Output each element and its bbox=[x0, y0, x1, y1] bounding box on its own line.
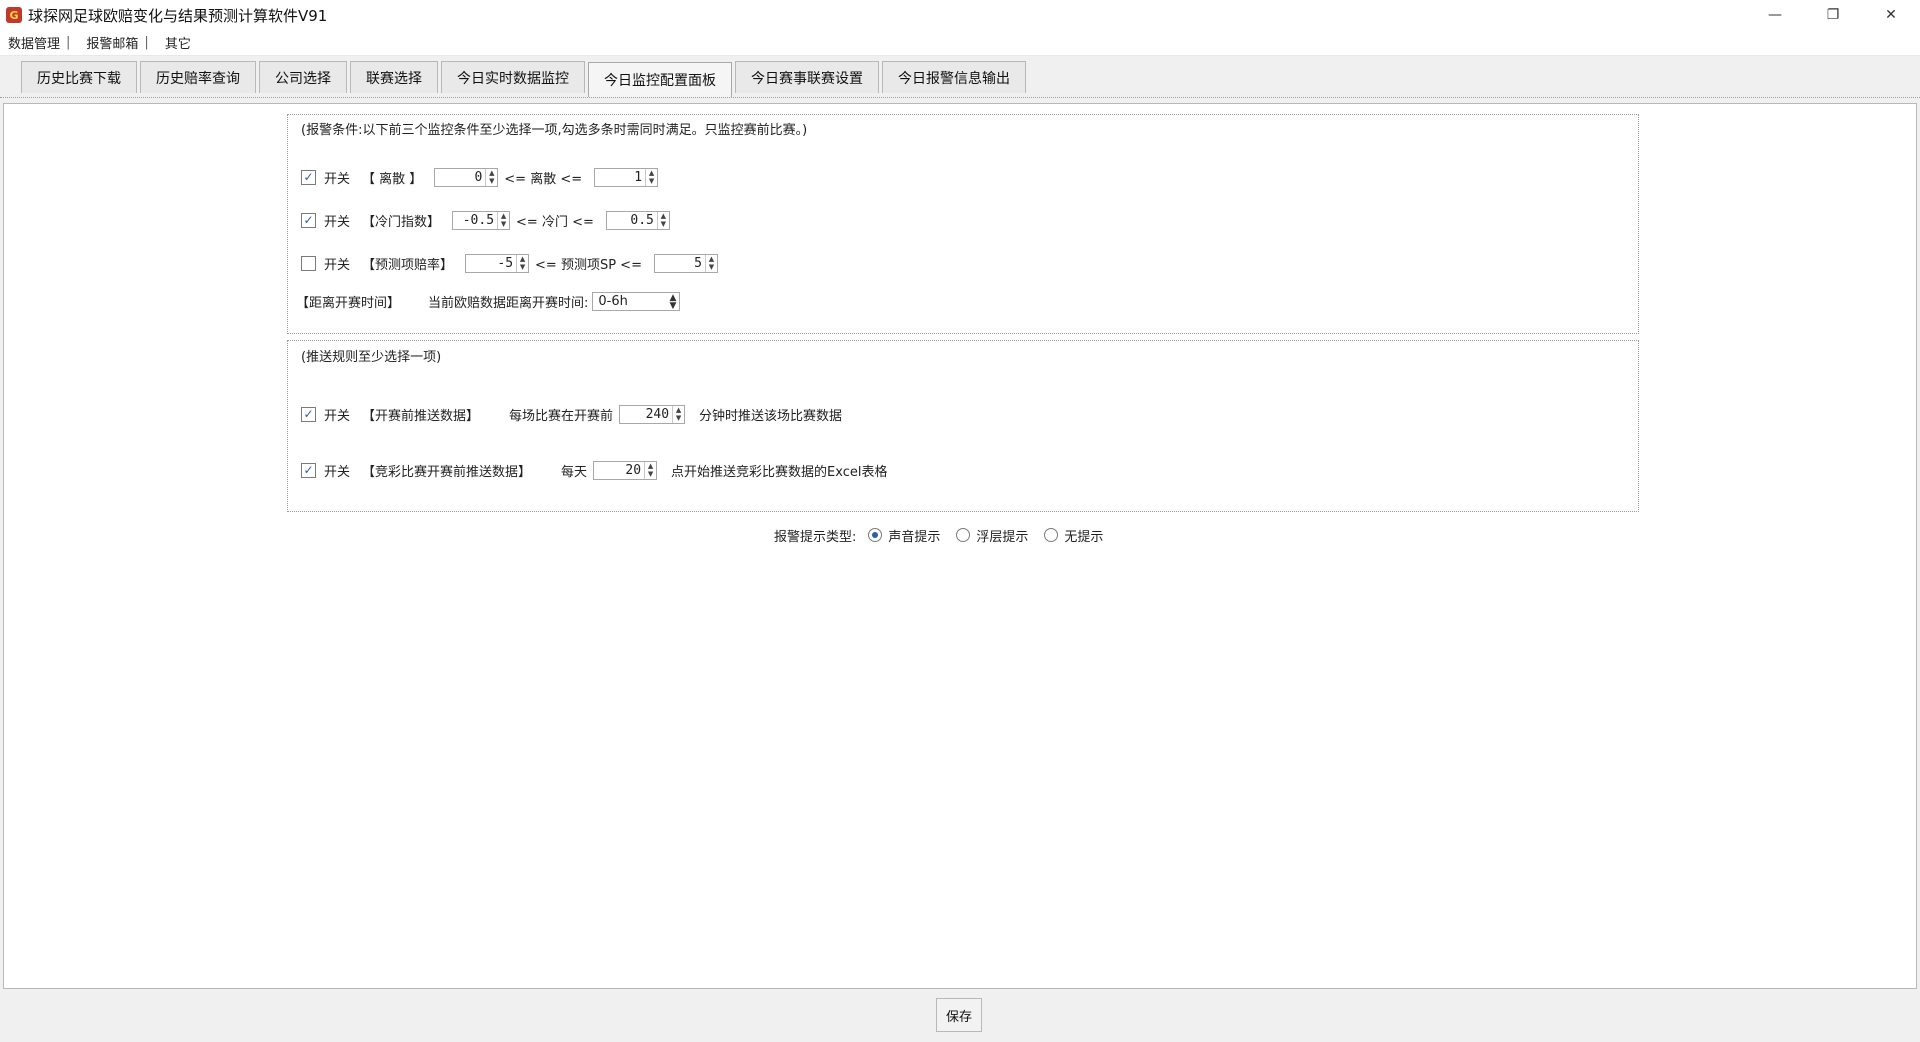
condition-row-upset-index: ✓ 开关 【冷门指数】 -0.5 ▲ ▼ <= 冷门 <= 0.5 ▲ ▼ bbox=[301, 209, 676, 231]
stepper-up-icon: ▲ bbox=[708, 254, 715, 263]
push-before-kickoff-checkbox[interactable]: ✓ bbox=[301, 406, 316, 422]
alert-type-label: 报警提示类型: bbox=[774, 529, 857, 545]
stepper-down-icon: ▼ bbox=[660, 219, 667, 228]
stepper-up-icon: ▲ bbox=[489, 168, 495, 177]
predicted-odds-label: 【预测项赔率】 bbox=[362, 257, 454, 273]
push-lottery-prefix: 每天 bbox=[561, 464, 588, 480]
select-arrows-icon: ▲ ▼ bbox=[669, 292, 677, 311]
push-before-kickoff-prefix: 每场比赛在开赛前 bbox=[509, 408, 614, 424]
switch-label: 开关 bbox=[324, 214, 351, 230]
radio-sound[interactable] bbox=[868, 528, 883, 542]
app-logo-icon: G bbox=[6, 7, 22, 23]
tab-bar: 历史比赛下载 历史赔率查询 公司选择 联赛选择 今日实时数据监控 今日监控配置面… bbox=[0, 58, 1920, 98]
stepper-down-icon: ▼ bbox=[648, 176, 655, 185]
predicted-odds-min-stepper[interactable]: -5 ▲ ▼ bbox=[465, 253, 530, 273]
tab-league-select[interactable]: 联赛选择 bbox=[350, 61, 438, 93]
window-title: 球探网足球欧赔变化与结果预测计算软件V91 bbox=[28, 6, 328, 25]
menu-separator: | bbox=[144, 35, 149, 50]
radio-none[interactable] bbox=[1044, 528, 1059, 542]
predicted-odds-max-stepper[interactable]: 5 ▲ ▼ bbox=[653, 253, 718, 273]
time-to-kickoff-row: 【距离开赛时间】 当前欧赔数据距离开赛时间: 0-6h ▲ ▼ bbox=[296, 290, 681, 312]
push-lottery-suffix: 点开始推送竞彩比赛数据的Excel表格 bbox=[671, 464, 888, 480]
condition-row-dispersion: ✓ 开关 【 离散 】 0 ▲ ▼ <= 离散 <= 1 ▲ ▼ bbox=[301, 166, 664, 188]
switch-label: 开关 bbox=[324, 171, 351, 187]
radio-overlay[interactable] bbox=[956, 528, 971, 542]
stepper-up-icon: ▲ bbox=[648, 168, 655, 177]
push-row-before-kickoff: ✓ 开关 【开赛前推送数据】 每场比赛在开赛前 240 ▲ ▼ 分钟时推送该场比赛… bbox=[301, 403, 842, 425]
dispersion-checkbox[interactable]: ✓ bbox=[301, 169, 316, 185]
stepper-up-icon: ▲ bbox=[675, 405, 682, 414]
stepper-up-icon: ▲ bbox=[500, 211, 507, 220]
time-to-kickoff-select[interactable]: 0-6h ▲ ▼ bbox=[592, 291, 681, 311]
push-lottery-label: 【竞彩比赛开赛前推送数据】 bbox=[362, 464, 532, 480]
push-hour-stepper[interactable]: 20 ▲ ▼ bbox=[593, 460, 658, 480]
upset-range-label: <= 冷门 <= bbox=[516, 214, 594, 230]
menu-other[interactable]: 其它 bbox=[163, 33, 197, 52]
dispersion-min-stepper[interactable]: 0 ▲ ▼ bbox=[434, 167, 499, 187]
push-rules-group: (推送规则至少选择一项) ✓ 开关 【开赛前推送数据】 每场比赛在开赛前 240… bbox=[287, 340, 1639, 512]
push-minutes-stepper[interactable]: 240 ▲ ▼ bbox=[619, 404, 686, 424]
push-row-lottery-matches: ✓ 开关 【竞彩比赛开赛前推送数据】 每天 20 ▲ ▼ 点开始推送竞彩比赛数据的… bbox=[301, 459, 887, 481]
upset-index-min-stepper[interactable]: -0.5 ▲ ▼ bbox=[452, 210, 511, 230]
menu-data-management[interactable]: 数据管理 bbox=[6, 33, 66, 52]
stepper-up-icon: ▲ bbox=[519, 254, 526, 263]
alert-type-row: 报警提示类型: 声音提示 浮层提示 无提示 bbox=[774, 524, 1119, 546]
stepper-down-icon: ▼ bbox=[708, 262, 715, 271]
predicted-sp-range-label: <= 预测项SP <= bbox=[535, 257, 642, 273]
predicted-odds-checkbox[interactable] bbox=[301, 255, 316, 271]
stepper-down-icon: ▼ bbox=[675, 413, 682, 422]
alert-conditions-hint: (报警条件:以下前三个监控条件至少选择一项,勾选多条时需同时满足。只监控赛前比赛… bbox=[301, 123, 808, 138]
alert-conditions-group: (报警条件:以下前三个监控条件至少选择一项,勾选多条时需同时满足。只监控赛前比赛… bbox=[287, 114, 1639, 334]
upset-index-label: 【冷门指数】 bbox=[362, 214, 441, 230]
push-rules-hint: (推送规则至少选择一项) bbox=[301, 350, 442, 365]
menu-separator: | bbox=[66, 35, 71, 50]
tab-alert-output[interactable]: 今日报警信息输出 bbox=[882, 61, 1026, 93]
title-bar: G 球探网足球欧赔变化与结果预测计算软件V91 — ❐ ✕ bbox=[0, 0, 1920, 30]
push-before-kickoff-label: 【开赛前推送数据】 bbox=[362, 408, 480, 424]
upset-index-checkbox[interactable]: ✓ bbox=[301, 212, 316, 228]
stepper-down-icon: ▼ bbox=[519, 262, 526, 271]
tab-company-select[interactable]: 公司选择 bbox=[259, 61, 347, 93]
alert-type-none-option[interactable]: 无提示 bbox=[1044, 526, 1103, 545]
tab-history-odds-query[interactable]: 历史赔率查询 bbox=[140, 61, 256, 93]
time-to-kickoff-label: 【距离开赛时间】 bbox=[296, 295, 401, 311]
window-controls: — ❐ ✕ bbox=[1746, 0, 1920, 30]
stepper-down-icon: ▼ bbox=[500, 219, 507, 228]
upset-index-max-stepper[interactable]: 0.5 ▲ ▼ bbox=[605, 210, 670, 230]
stepper-up-icon: ▲ bbox=[647, 461, 654, 470]
tab-event-league-settings[interactable]: 今日赛事联赛设置 bbox=[735, 61, 879, 93]
stepper-down-icon: ▼ bbox=[647, 469, 654, 478]
config-panel: (报警条件:以下前三个监控条件至少选择一项,勾选多条时需同时满足。只监控赛前比赛… bbox=[3, 103, 1917, 989]
stepper-up-icon: ▲ bbox=[660, 211, 667, 220]
close-button[interactable]: ✕ bbox=[1862, 0, 1920, 30]
tab-monitor-config[interactable]: 今日监控配置面板 bbox=[588, 62, 732, 97]
condition-row-predicted-odds: 开关 【预测项赔率】 -5 ▲ ▼ <= 预测项SP <= 5 ▲ ▼ bbox=[301, 252, 724, 274]
push-lottery-checkbox[interactable]: ✓ bbox=[301, 462, 316, 478]
time-to-kickoff-desc: 当前欧赔数据距离开赛时间: bbox=[428, 295, 589, 311]
switch-label: 开关 bbox=[324, 408, 351, 424]
switch-label: 开关 bbox=[324, 257, 351, 273]
tab-history-download[interactable]: 历史比赛下载 bbox=[21, 61, 137, 93]
menu-bar: 数据管理 | 报警邮箱 | 其它 bbox=[0, 30, 1920, 56]
restore-button[interactable]: ❐ bbox=[1804, 0, 1862, 30]
dispersion-max-stepper[interactable]: 1 ▲ ▼ bbox=[594, 167, 659, 187]
save-button[interactable]: 保存 bbox=[936, 998, 982, 1032]
alert-type-sound-option[interactable]: 声音提示 bbox=[868, 526, 940, 545]
push-before-kickoff-suffix: 分钟时推送该场比赛数据 bbox=[699, 408, 843, 424]
dispersion-label: 【 离散 】 bbox=[362, 171, 423, 187]
switch-label: 开关 bbox=[324, 464, 351, 480]
menu-alert-mailbox[interactable]: 报警邮箱 bbox=[84, 33, 144, 52]
alert-type-overlay-option[interactable]: 浮层提示 bbox=[956, 526, 1028, 545]
dispersion-range-label: <= 离散 <= bbox=[504, 171, 583, 187]
tab-realtime-monitor[interactable]: 今日实时数据监控 bbox=[441, 61, 585, 93]
minimize-button[interactable]: — bbox=[1746, 0, 1804, 30]
stepper-down-icon: ▼ bbox=[489, 176, 495, 185]
